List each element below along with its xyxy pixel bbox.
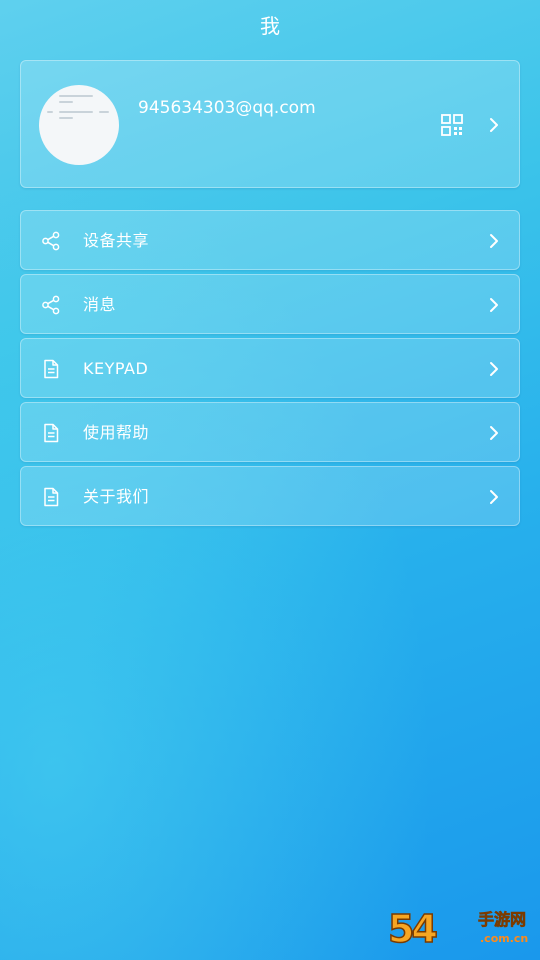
profile-card[interactable]: 945634303@qq.com (20, 60, 520, 188)
document-icon (44, 359, 59, 379)
menu-item-label: 消息 (83, 295, 117, 314)
menu-item-label: 关于我们 (83, 487, 150, 506)
menu-item-messages[interactable]: 消息 (20, 274, 520, 334)
chevron-right-icon (490, 298, 498, 312)
watermark-domain: .com.cn (480, 932, 529, 945)
menu-item-keypad[interactable]: KEYPAD (20, 338, 520, 398)
site-watermark-logo: 54 手游网 .com.cn (387, 904, 538, 956)
menu-item-label: 设备共享 (83, 231, 150, 250)
user-email: 945634303@qq.com (138, 98, 316, 118)
chevron-right-icon (490, 234, 498, 248)
watermark-number: 54 (387, 906, 438, 952)
chevron-right-icon (490, 426, 498, 440)
menu-item-about-us[interactable]: 关于我们 (20, 466, 520, 526)
document-icon (44, 423, 59, 443)
document-icon (44, 487, 59, 507)
menu-item-label: 使用帮助 (83, 423, 150, 442)
menu-item-device-sharing[interactable]: 设备共享 (20, 210, 520, 270)
avatar[interactable] (39, 85, 119, 165)
menu-item-help[interactable]: 使用帮助 (20, 402, 520, 462)
share-icon (42, 231, 60, 251)
chevron-right-icon (490, 362, 498, 376)
qr-code-icon[interactable] (441, 114, 463, 136)
chevron-right-icon (490, 118, 498, 132)
share-icon (42, 295, 60, 315)
watermark-text: 手游网 (478, 910, 527, 930)
chevron-right-icon (490, 490, 498, 504)
page-title: 我 (260, 14, 280, 38)
menu-item-label: KEYPAD (83, 359, 149, 378)
